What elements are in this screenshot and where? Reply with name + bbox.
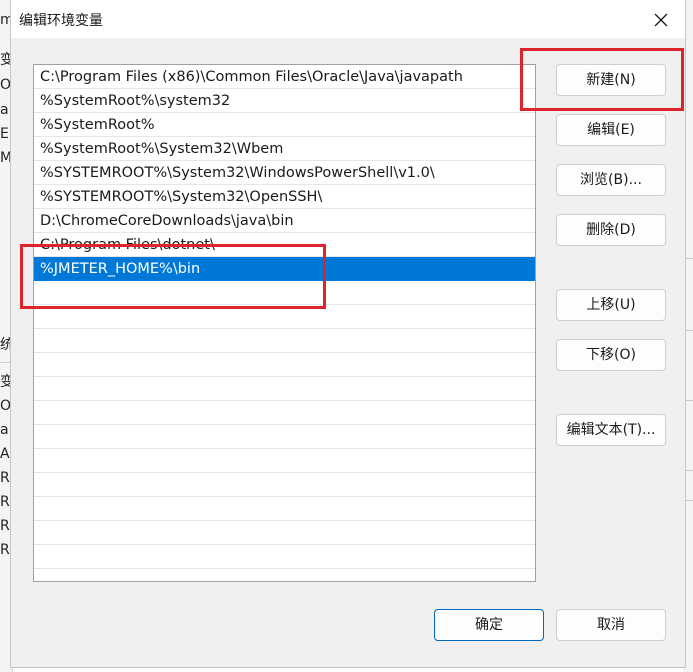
empty-list-row[interactable] (34, 425, 535, 449)
title-bar: 编辑环境变量 (11, 0, 685, 38)
list-item-selected[interactable]: %JMETER_HOME%\bin (34, 257, 535, 281)
empty-list-row[interactable] (34, 569, 535, 581)
empty-list-row[interactable] (34, 377, 535, 401)
empty-list-row[interactable] (34, 329, 535, 353)
list-item[interactable]: %SYSTEMROOT%\System32\WindowsPowerShell\… (34, 161, 535, 185)
new-button[interactable]: 新建(N) (556, 64, 666, 96)
empty-list-row[interactable] (34, 305, 535, 329)
move-down-button[interactable]: 下移(O) (556, 339, 666, 371)
list-item[interactable]: C:\Program Files (x86)\Common Files\Orac… (34, 65, 535, 89)
edit-button[interactable]: 编辑(E) (556, 114, 666, 146)
list-item[interactable]: %SYSTEMROOT%\System32\OpenSSH\ (34, 185, 535, 209)
delete-button[interactable]: 删除(D) (556, 214, 666, 246)
empty-list-row[interactable] (34, 473, 535, 497)
empty-list-row[interactable] (34, 521, 535, 545)
cancel-button[interactable]: 取消 (556, 609, 666, 641)
browse-button[interactable]: 浏览(B)... (556, 164, 666, 196)
list-item[interactable]: D:\ChromeCoreDownloads\java\bin (34, 209, 535, 233)
edit-environment-variable-dialog: 编辑环境变量 C:\Program Files (x86)\Common Fil… (10, 0, 686, 668)
empty-list-row[interactable] (34, 401, 535, 425)
move-up-button[interactable]: 上移(U) (556, 289, 666, 321)
empty-list-row[interactable] (34, 545, 535, 569)
list-item[interactable]: %SystemRoot% (34, 113, 535, 137)
list-item[interactable]: C:\Program Files\dotnet\ (34, 233, 535, 257)
edit-text-button[interactable]: 编辑文本(T)... (556, 414, 666, 446)
empty-list-row[interactable] (34, 353, 535, 377)
empty-list-row[interactable] (34, 281, 535, 305)
list-item[interactable]: %SystemRoot%\System32\Wbem (34, 137, 535, 161)
ok-button[interactable]: 确定 (434, 609, 544, 641)
empty-list-row[interactable] (34, 497, 535, 521)
path-list[interactable]: C:\Program Files (x86)\Common Files\Orac… (33, 64, 536, 582)
empty-list-row[interactable] (34, 449, 535, 473)
close-icon (654, 13, 668, 27)
dialog-title: 编辑环境变量 (19, 13, 103, 29)
list-item[interactable]: %SystemRoot%\system32 (34, 89, 535, 113)
close-button[interactable] (647, 6, 675, 34)
